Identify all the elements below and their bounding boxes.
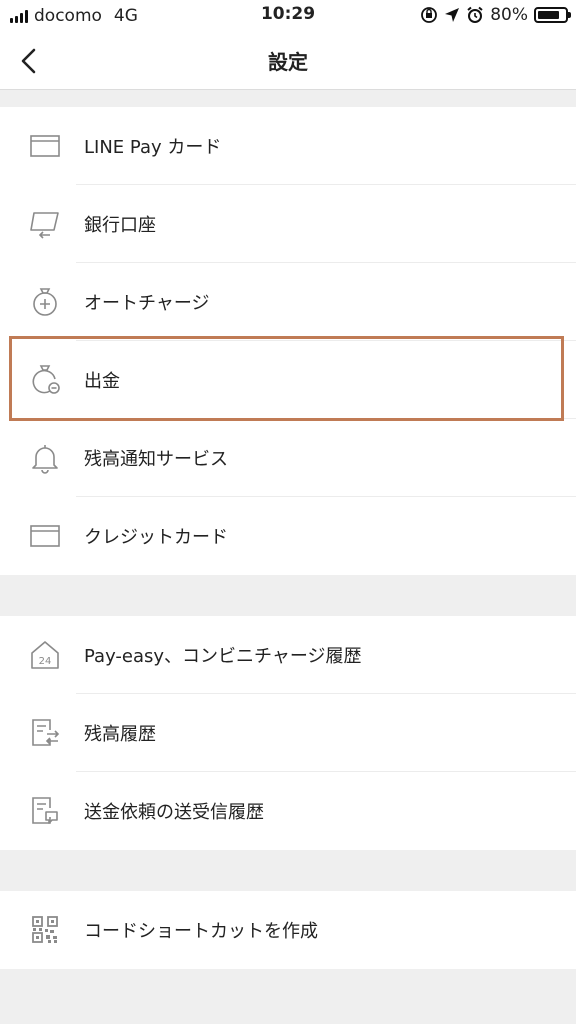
settings-item-payeasy-history[interactable]: 24 Pay-easy、コンビニチャージ履歴: [0, 616, 576, 694]
settings-item-label: オートチャージ: [84, 293, 210, 314]
bank-transfer-icon: [30, 212, 59, 239]
settings-item-bank-account[interactable]: 銀行口座: [0, 185, 576, 263]
alarm-icon: [467, 6, 483, 23]
settings-item-auto-charge[interactable]: オートチャージ: [0, 263, 576, 341]
orientation-lock-icon: [421, 7, 438, 23]
battery-icon: [534, 7, 571, 23]
auto-charge-icon: [33, 288, 57, 316]
settings-item-label: コードショートカットを作成: [84, 921, 318, 942]
settings-section-shortcut: コードショートカットを作成: [0, 891, 576, 969]
settings-item-label: 残高履歴: [84, 724, 156, 745]
settings-item-label: クレジットカード: [84, 527, 228, 548]
qr-code-icon: [32, 916, 58, 943]
bell-icon: [32, 445, 58, 474]
settings-section-history: 24 Pay-easy、コンビニチャージ履歴 残高履歴 送金依頼の送受信履歴: [0, 616, 576, 850]
settings-item-label: LINE Pay カード: [84, 137, 222, 158]
credit-card-icon: [30, 525, 60, 547]
settings-item-code-shortcut[interactable]: コードショートカットを作成: [0, 891, 576, 969]
settings-item-label: 残高通知サービス: [84, 449, 228, 470]
settings-item-label: 送金依頼の送受信履歴: [84, 802, 264, 823]
highlight-box: [9, 336, 564, 421]
settings-item-balance-history[interactable]: 残高履歴: [0, 694, 576, 772]
request-history-icon: [32, 797, 58, 824]
card-icon: [30, 135, 60, 157]
store-24-icon: 24: [31, 641, 59, 669]
settings-item-request-history[interactable]: 送金依頼の送受信履歴: [0, 772, 576, 850]
navigation-bar: 設定: [0, 32, 576, 90]
battery-percent: 80%: [490, 5, 528, 25]
location-arrow-icon: [445, 8, 460, 22]
balance-history-icon: [32, 719, 60, 746]
settings-item-line-pay-card[interactable]: LINE Pay カード: [0, 107, 576, 185]
page-title: 設定: [268, 50, 308, 74]
settings-item-label: 銀行口座: [84, 215, 156, 236]
settings-item-label: Pay-easy、コンビニチャージ履歴: [84, 646, 362, 667]
status-bar: docomo 4G 10:29 80%: [0, 0, 576, 32]
settings-item-credit-card[interactable]: クレジットカード: [0, 497, 576, 575]
settings-item-balance-notification[interactable]: 残高通知サービス: [0, 419, 576, 497]
svg-text:24: 24: [39, 656, 52, 667]
